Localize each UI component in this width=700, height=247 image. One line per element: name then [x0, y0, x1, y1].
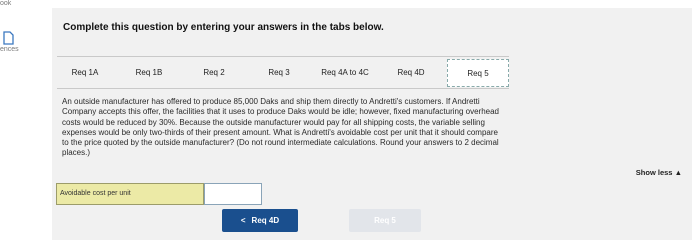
- question-line: costs would be reduced by 30%. Because t…: [62, 117, 485, 127]
- tab-req-4d[interactable]: Req 4D: [383, 57, 439, 88]
- tab-req-2[interactable]: Req 2: [186, 57, 242, 88]
- prev-req-button[interactable]: < Req 4D: [222, 209, 298, 232]
- tab-req-5[interactable]: Req 5: [447, 59, 509, 87]
- book-label[interactable]: ook: [0, 0, 11, 7]
- show-less-toggle[interactable]: Show less ▲: [636, 168, 682, 177]
- tab-req-3[interactable]: Req 3: [251, 57, 307, 88]
- tab-req-1b[interactable]: Req 1B: [121, 57, 177, 88]
- question-line: An outside manufacturer has offered to p…: [62, 97, 480, 106]
- left-rail: ook ences: [0, 0, 36, 247]
- next-req-label: Req 5: [374, 216, 396, 225]
- requirement-tabs: Req 1A Req 1B Req 2 Req 3 Req 4A to 4C R…: [57, 56, 509, 89]
- chevron-left-icon: <: [240, 216, 246, 225]
- question-line: places.): [62, 148, 91, 158]
- show-less-label: Show less: [635, 168, 673, 177]
- tab-req-1a[interactable]: Req 1A: [57, 57, 113, 88]
- avoidable-cost-label: Avoidable cost per unit: [56, 183, 204, 205]
- question-text: An outside manufacturer has offered to p…: [62, 97, 630, 159]
- references-label[interactable]: ences: [0, 46, 19, 53]
- avoidable-cost-input[interactable]: [204, 183, 262, 205]
- question-line: Company accepts this offer, the faciliti…: [62, 107, 499, 117]
- answer-row: Avoidable cost per unit: [56, 183, 262, 205]
- question-line: expenses would be only two-thirds of the…: [62, 127, 498, 137]
- next-req-button[interactable]: Req 5: [349, 209, 421, 232]
- document-icon[interactable]: [3, 31, 14, 45]
- triangle-up-icon: ▲: [674, 168, 682, 177]
- tab-req-4a-to-4c[interactable]: Req 4A to 4C: [312, 57, 378, 88]
- question-line: to the price quoted by the outside manuf…: [62, 138, 499, 148]
- instruction-heading: Complete this question by entering your …: [63, 22, 384, 33]
- prev-req-label: Req 4D: [251, 216, 280, 225]
